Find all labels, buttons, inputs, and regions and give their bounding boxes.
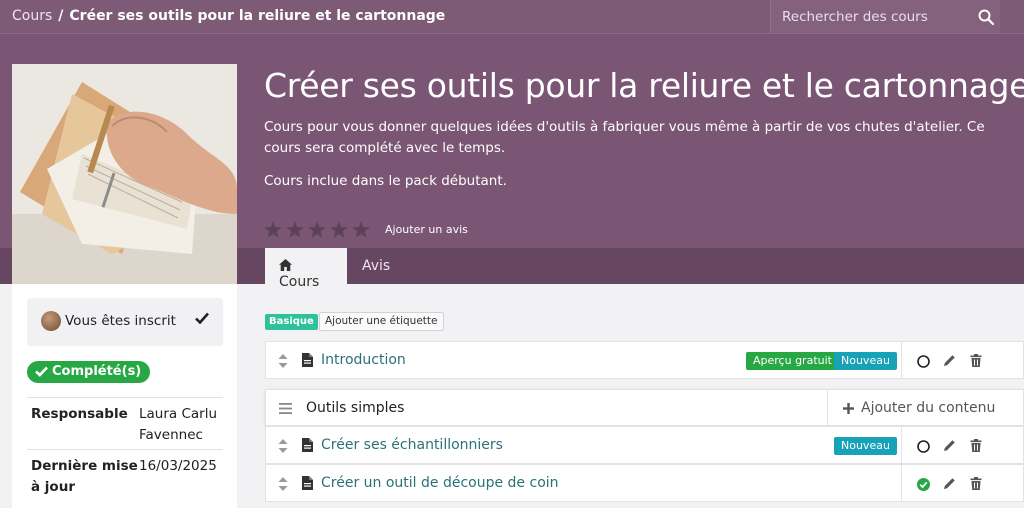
pencil-icon[interactable]	[943, 477, 956, 490]
tab-reviews-label: Avis	[362, 258, 391, 274]
drag-handle-icon[interactable]	[278, 477, 288, 491]
circle-icon[interactable]	[917, 355, 930, 368]
enrolled-status: Vous êtes inscrit	[27, 298, 223, 346]
add-content-button[interactable]: Ajouter du contenu	[827, 390, 1024, 425]
top-bar: Cours / Créer ses outils pour la reliure e…	[0, 0, 1024, 34]
search-icon[interactable]	[978, 9, 994, 25]
star-icon[interactable]	[286, 221, 304, 238]
document-icon	[302, 438, 313, 452]
check-icon	[195, 312, 209, 324]
rating-stars[interactable]	[264, 221, 370, 239]
trash-icon[interactable]	[970, 354, 982, 367]
tab-courses-label: Cours	[279, 274, 320, 290]
info-value-last-update: 16/03/2025	[139, 458, 217, 474]
search-box[interactable]: Rechercher des cours	[770, 0, 1000, 33]
new-badge: Nouveau	[834, 437, 897, 455]
trash-icon[interactable]	[970, 439, 982, 452]
course-description: Cours pour vous donner quelques idées d'…	[264, 119, 985, 156]
info-key: Dernière mise à jour	[31, 458, 138, 495]
completed-badge: Complété(s)	[27, 361, 151, 383]
course-note: Cours inclue dans le pack débutant.	[264, 173, 507, 189]
course-cover-image	[12, 64, 237, 284]
content-title[interactable]: Introduction	[321, 352, 406, 368]
new-badge: Nouveau	[834, 352, 897, 370]
row-actions	[901, 342, 1024, 378]
check-circle-icon[interactable]	[917, 478, 930, 491]
row-actions	[901, 465, 1024, 501]
add-content-label: Ajouter du contenu	[861, 400, 996, 416]
user-avatar	[41, 311, 61, 331]
star-icon[interactable]	[308, 221, 326, 238]
breadcrumb-current: Créer ses outils pour la reliure et le c…	[69, 8, 446, 24]
add-tag-button[interactable]: Ajouter une étiquette	[319, 312, 444, 331]
content-title[interactable]: Créer un outil de découpe de coin	[321, 475, 559, 491]
plus-icon	[843, 403, 854, 414]
row-actions	[901, 427, 1024, 463]
tab-reviews[interactable]: Avis	[348, 248, 404, 284]
document-icon	[302, 353, 313, 367]
pencil-icon[interactable]	[943, 439, 956, 452]
drag-handle-icon[interactable]	[278, 439, 288, 453]
document-icon	[302, 476, 313, 490]
star-icon[interactable]	[264, 221, 282, 238]
search-input[interactable]: Rechercher des cours	[782, 9, 928, 25]
pencil-icon[interactable]	[943, 354, 956, 367]
breadcrumb: Cours / Créer ses outils pour la reliure e…	[12, 8, 445, 24]
content-row-corner-tool[interactable]: Créer un outil de découpe de coin	[265, 464, 1024, 502]
drag-handle-icon[interactable]	[278, 354, 288, 368]
section-title: Outils simples	[306, 400, 405, 416]
check-icon	[35, 366, 48, 377]
content-title[interactable]: Créer ses échantillonniers	[321, 437, 503, 453]
breadcrumb-root-link[interactable]: Cours	[12, 8, 52, 24]
completed-label: Complété(s)	[52, 364, 142, 379]
content-row-introduction[interactable]: Introduction Aperçu gratuit Nouveau	[265, 341, 1024, 379]
info-value-responsible: Laura Carlu Favennec	[139, 406, 218, 443]
home-icon	[279, 259, 292, 271]
hamburger-icon[interactable]	[279, 403, 292, 414]
course-title: Créer ses outils pour la reliure et le c…	[264, 66, 1024, 105]
info-key: Responsable	[31, 406, 128, 422]
free-preview-badge: Aperçu gratuit	[746, 352, 839, 370]
trash-icon[interactable]	[970, 477, 982, 490]
enrolled-label: Vous êtes inscrit	[65, 313, 176, 329]
star-icon[interactable]	[330, 221, 348, 238]
content-row-samples[interactable]: Créer ses échantillonniers Nouveau	[265, 426, 1024, 464]
add-review-link[interactable]: Ajouter un avis	[385, 223, 468, 236]
breadcrumb-separator: /	[58, 8, 64, 24]
tag-basic: Basique	[265, 314, 318, 330]
info-row-last-update: Dernière mise à jour 16/03/2025	[27, 449, 223, 501]
info-row-responsible: Responsable Laura Carlu Favennec	[27, 397, 223, 449]
circle-icon[interactable]	[917, 440, 930, 453]
tab-courses[interactable]: Cours	[265, 248, 347, 290]
section-header[interactable]: Outils simples Ajouter du contenu	[265, 389, 1024, 426]
star-icon[interactable]	[352, 221, 370, 238]
